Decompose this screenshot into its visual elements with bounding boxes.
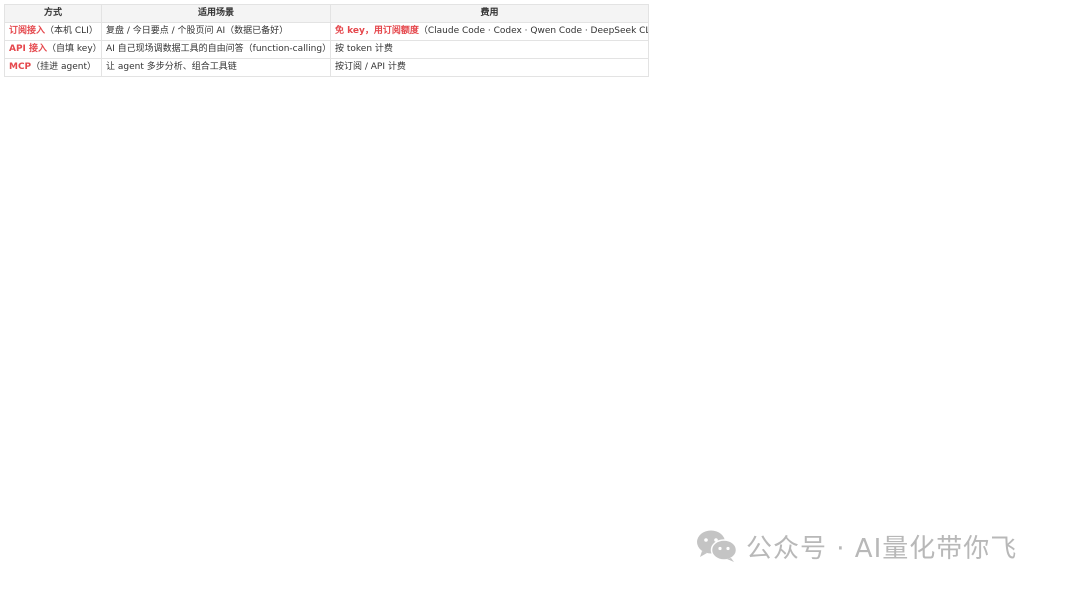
- cost-cell: 免 key，用订阅额度（Claude Code · Codex · Qwen C…: [330, 22, 649, 41]
- method-note: （本机 CLI）: [45, 26, 98, 36]
- scene-cell: 让 agent 多步分析、组合工具链: [101, 58, 331, 77]
- cost-note: 按订阅 / API 计费: [335, 62, 406, 72]
- cost-highlight: 免 key，用订阅额度: [335, 26, 419, 36]
- watermark-text: 公众号 · AI量化带你飞: [746, 533, 1018, 564]
- method-note: （自填 key）: [47, 44, 102, 54]
- wechat-icon: [697, 530, 738, 562]
- table-header-row: 方式 适用场景 费用: [4, 4, 649, 23]
- table-row: API 接入（自填 key） AI 自己现场调数据工具的自由问答（functio…: [4, 40, 649, 59]
- page: 方式 适用场景 费用 订阅接入（本机 CLI） 复盘 / 今日要点 / 个股页问…: [0, 0, 1080, 590]
- method-name: API 接入: [9, 44, 48, 54]
- cost-note: 按 token 计费: [335, 44, 393, 54]
- header-scene: 适用场景: [101, 4, 331, 23]
- method-cell: 订阅接入（本机 CLI）: [4, 22, 102, 41]
- scene-cell: AI 自己现场调数据工具的自由问答（function-calling）: [101, 40, 331, 59]
- table-row: MCP（挂进 agent） 让 agent 多步分析、组合工具链 按订阅 / A…: [4, 58, 649, 77]
- method-cell: API 接入（自填 key）: [4, 40, 102, 59]
- cost-cell: 按订阅 / API 计费: [330, 58, 649, 77]
- cost-note: （Claude Code · Codex · Qwen Code · DeepS…: [418, 26, 649, 36]
- method-name: MCP: [9, 62, 32, 72]
- method-name: 订阅接入: [9, 26, 46, 36]
- method-note: （挂进 agent）: [31, 62, 97, 72]
- access-methods-table: 方式 适用场景 费用 订阅接入（本机 CLI） 复盘 / 今日要点 / 个股页问…: [4, 4, 649, 77]
- method-cell: MCP（挂进 agent）: [4, 58, 102, 77]
- table-row: 订阅接入（本机 CLI） 复盘 / 今日要点 / 个股页问 AI（数据已备好） …: [4, 22, 649, 41]
- scene-cell: 复盘 / 今日要点 / 个股页问 AI（数据已备好）: [101, 22, 331, 41]
- header-method: 方式: [4, 4, 102, 23]
- watermark: 公众号 · AI量化带你飞: [696, 528, 1017, 564]
- header-cost: 费用: [330, 4, 649, 23]
- cost-cell: 按 token 计费: [330, 40, 649, 59]
